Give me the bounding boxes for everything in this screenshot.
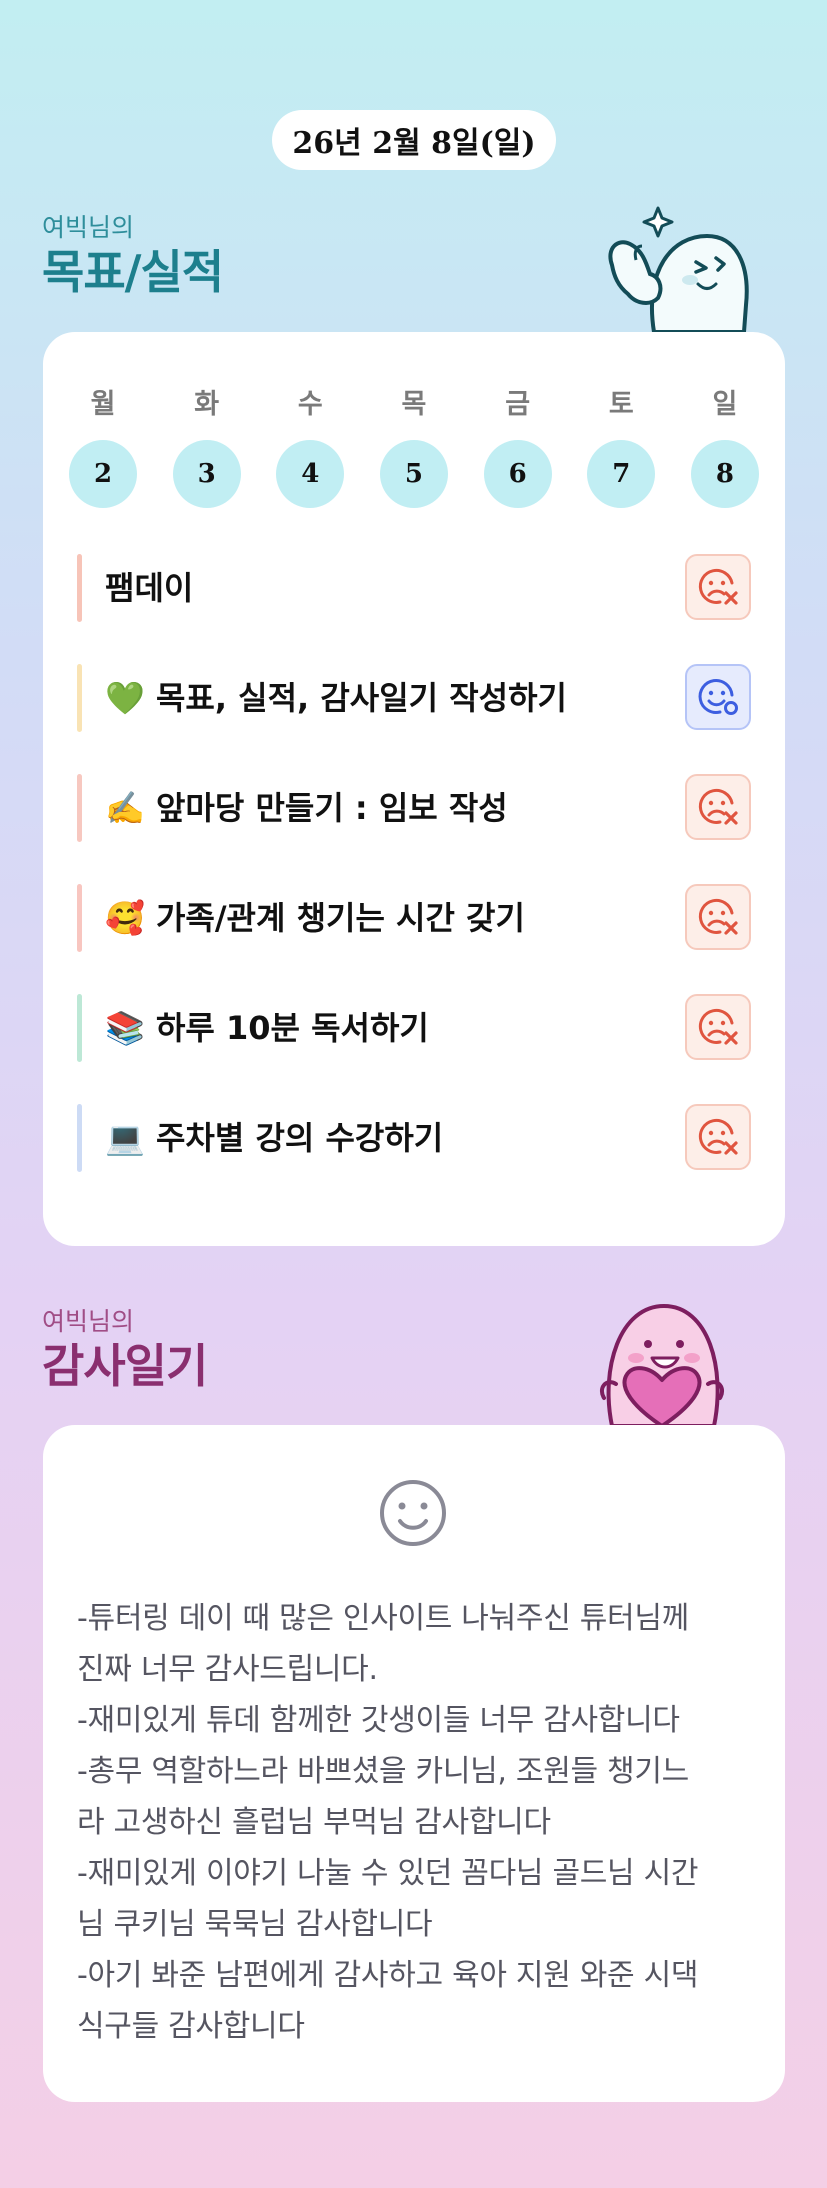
day-circle[interactable]: 7 [587,440,656,508]
goal-color-bar [77,554,82,622]
goal-text: 팸데이 [105,569,194,607]
weekday-label: 토 [608,389,634,420]
goal-text: 💻 주차별 강의 수강하기 [105,1119,444,1157]
goal-row: 💻 주차별 강의 수강하기 [77,1104,751,1172]
goal-row: 팸데이 [77,554,751,622]
goal-text: 📚 하루 10분 독서하기 [105,1009,429,1047]
goal-text: 💚 목표, 실적, 감사일기 작성하기 [105,679,567,717]
goals-card: 월 화 수 목 금 토 일 2 3 4 5 6 7 8 팸데이 💚 목표, 실적… [43,332,785,1246]
weekday-label: 월 [90,389,116,420]
weekday-label-row: 월 화 수 목 금 토 일 [69,382,759,421]
week-date-row: 2 3 4 5 6 7 8 [69,440,759,508]
gratitude-section-title: 감사일기 [42,1339,208,1393]
goals-section-title: 목표/실적 [42,245,224,299]
goal-status-not-done[interactable] [685,884,751,950]
weekday-label: 수 [297,389,323,420]
goal-status-not-done[interactable] [685,1104,751,1170]
day-circle[interactable]: 3 [172,440,241,508]
sad-face-x-icon [698,1118,738,1155]
weekday-label: 일 [712,389,738,420]
gratitude-text: -튜터링 데이 때 많은 인사이트 나눠주신 튜터님께 진짜 너무 감사드립니다… [77,1601,699,2044]
day-circle[interactable]: 5 [379,440,448,508]
goal-status-not-done[interactable] [685,774,751,840]
gratitude-card: -튜터링 데이 때 많은 인사이트 나눠주신 튜터님께 진짜 너무 감사드립니다… [43,1425,785,2102]
goal-status-not-done[interactable] [685,554,751,620]
smile-face-icon [380,1480,446,1546]
day-circle[interactable]: 8 [690,440,759,508]
sad-face-x-icon [698,788,738,825]
day-circle[interactable]: 2 [69,440,137,508]
weekday-label: 화 [194,389,220,420]
goal-text: ✍️ 앞마당 만들기 : 임보 작성 [105,789,508,827]
goal-row: 🥰 가족/관계 챙기는 시간 갖기 [77,884,751,952]
sad-face-x-icon [698,898,738,935]
goal-status-not-done[interactable] [685,994,751,1060]
goal-color-bar [77,664,82,732]
goal-row: 💚 목표, 실적, 감사일기 작성하기 [77,664,751,732]
weekday-label: 목 [401,389,427,420]
goal-color-bar [77,994,82,1062]
goal-row: 📚 하루 10분 독서하기 [77,994,751,1062]
goal-row: ✍️ 앞마당 만들기 : 임보 작성 [77,774,751,842]
goal-status-done[interactable] [685,664,751,730]
thumbs-up-mascot-illustration [608,206,749,334]
sad-face-x-icon [698,1008,738,1045]
goal-color-bar [77,1104,82,1172]
date-pill: 26년 2월 8일(일) [272,110,556,170]
date-label: 26년 2월 8일(일) [292,126,536,161]
weekday-label: 금 [505,389,531,420]
goal-color-bar [77,884,82,952]
heart-mascot-illustration [599,1303,725,1428]
goal-color-bar [77,774,82,842]
sad-face-x-icon [698,568,738,605]
day-circle[interactable]: 4 [276,440,345,508]
day-circle[interactable]: 6 [483,440,552,508]
goal-text: 🥰 가족/관계 챙기는 시간 갖기 [105,899,525,937]
smile-face-check-icon [698,679,738,715]
